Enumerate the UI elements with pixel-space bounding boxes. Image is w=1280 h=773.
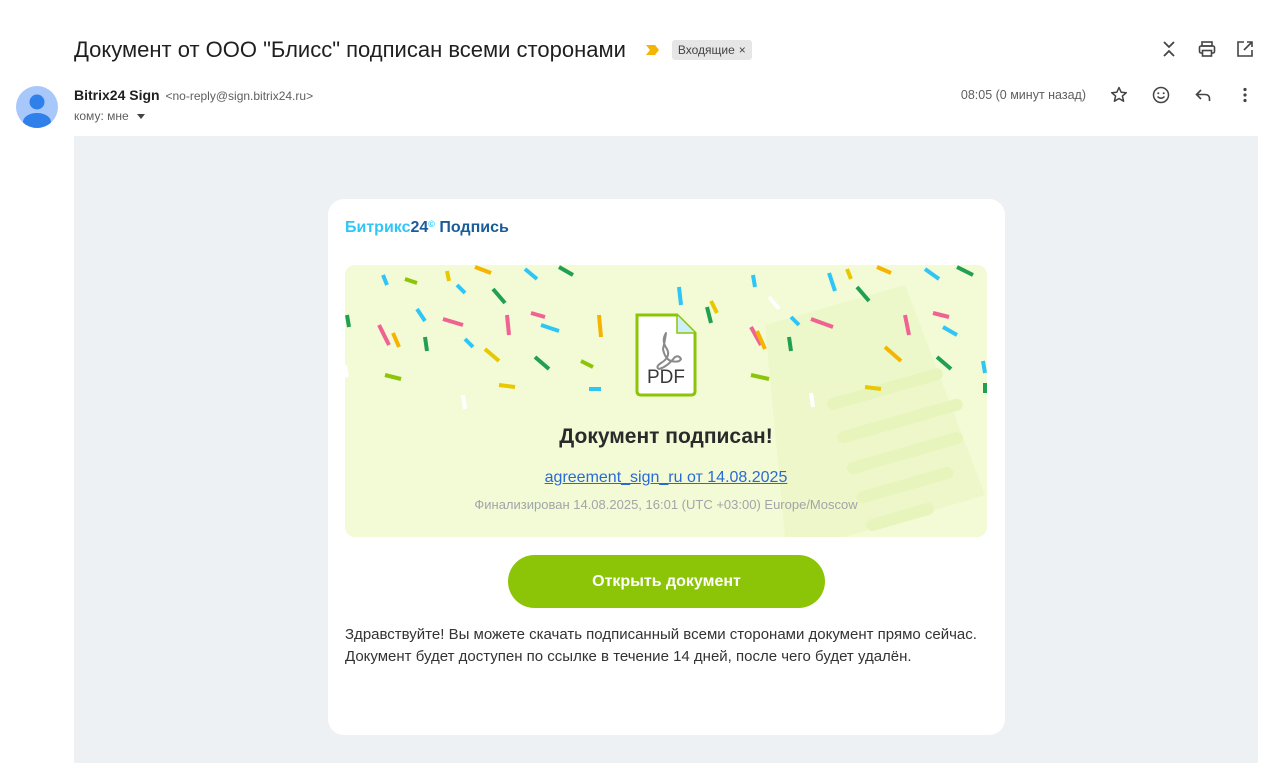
print-icon[interactable]	[1192, 34, 1222, 64]
email-time: 08:05 (0 минут назад)	[960, 88, 1086, 102]
avatar[interactable]	[16, 86, 58, 128]
recipient-details-toggle[interactable]: кому: мне	[74, 109, 313, 123]
open-new-window-icon[interactable]	[1230, 34, 1260, 64]
email-subject: Документ от ООО "Блисс" подписан всеми с…	[74, 37, 626, 62]
message-text: Здравствуйте! Вы можете скачать подписан…	[345, 626, 977, 665]
inbox-label-text: Входящие	[677, 43, 735, 57]
remove-label-button[interactable]: ×	[739, 43, 746, 57]
sender-email: <no-reply@sign.bitrix24.ru>	[165, 89, 314, 103]
bitrix24-sign-logo: Битрикс24© Подпись	[345, 219, 509, 236]
sender-actions: 08:05 (0 минут назад)	[961, 80, 1260, 110]
pdf-label: PDF	[647, 367, 685, 388]
signed-title: Документ подписан!	[559, 425, 773, 448]
sender-info: Bitrix24 Sign <no-reply@sign.bitrix24.ru…	[74, 87, 313, 123]
email-body: Битрикс24© Подпись PDF Документ подписан…	[74, 136, 1258, 763]
document-link[interactable]: agreement_sign_ru от 14.08.2025	[345, 469, 987, 487]
pdf-file-icon: PDF	[635, 313, 697, 397]
star-icon[interactable]	[1104, 80, 1134, 110]
importance-marker-icon[interactable]	[644, 43, 662, 57]
sender-name[interactable]: Bitrix24 Sign	[74, 87, 160, 103]
subject-row: Документ от ООО "Блисс" подписан всеми с…	[74, 34, 1260, 66]
signed-banner: PDF Документ подписан! agreement_sign_ru…	[345, 265, 987, 537]
sender-row: Bitrix24 Sign <no-reply@sign.bitrix24.ru…	[16, 86, 1260, 130]
more-vert-icon[interactable]	[1230, 80, 1260, 110]
recipient-text: кому: мне	[74, 109, 129, 123]
top-actions	[1154, 34, 1260, 64]
finalized-timestamp: Финализирован 14.08.2025, 16:01 (UTC +03…	[474, 497, 858, 512]
open-document-button[interactable]: Открыть документ	[508, 555, 825, 608]
notification-card: Битрикс24© Подпись PDF Документ подписан…	[328, 199, 1005, 735]
reply-icon[interactable]	[1188, 80, 1218, 110]
inbox-label-chip: Входящие ×	[671, 40, 752, 60]
default-avatar-icon	[23, 94, 51, 128]
emoji-icon[interactable]	[1146, 80, 1176, 110]
sender-line: Bitrix24 Sign <no-reply@sign.bitrix24.ru…	[74, 87, 313, 103]
chevron-down-icon	[136, 113, 145, 119]
expand-collapse-icon[interactable]	[1154, 34, 1184, 64]
